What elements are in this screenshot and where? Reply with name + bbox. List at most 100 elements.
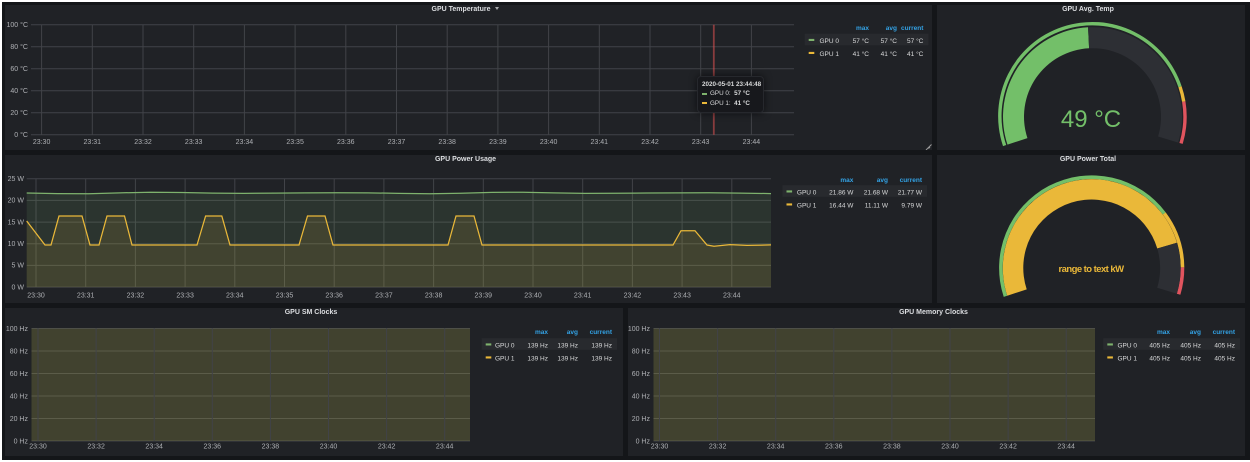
- svg-text:60 °C: 60 °C: [10, 65, 28, 73]
- svg-text:16.44 W: 16.44 W: [829, 202, 854, 209]
- svg-text:80 Hz: 80 Hz: [632, 348, 651, 355]
- svg-text:40 °C: 40 °C: [10, 87, 28, 95]
- svg-text:11.11 W: 11.11 W: [865, 202, 889, 209]
- svg-text:23:44: 23:44: [436, 444, 454, 451]
- svg-text:23:40: 23:40: [320, 444, 338, 451]
- svg-text:23:35: 23:35: [276, 293, 294, 300]
- svg-text:current: current: [590, 329, 613, 336]
- svg-text:23:32: 23:32: [87, 444, 105, 451]
- svg-text:23:31: 23:31: [84, 139, 102, 146]
- svg-text:139 Hz: 139 Hz: [527, 355, 548, 362]
- svg-text:23:30: 23:30: [651, 444, 669, 451]
- svg-text:21.86 W: 21.86 W: [829, 189, 854, 196]
- svg-text:current: current: [901, 25, 924, 32]
- svg-text:21.68 W: 21.68 W: [864, 189, 889, 196]
- svg-text:max: max: [1157, 329, 1170, 336]
- svg-text:23:38: 23:38: [883, 444, 901, 451]
- svg-text:23:44: 23:44: [1057, 444, 1075, 451]
- svg-text:23:40: 23:40: [524, 293, 542, 300]
- svg-text:405 Hz: 405 Hz: [1214, 355, 1235, 362]
- svg-text:23:33: 23:33: [185, 139, 203, 146]
- svg-text:23:34: 23:34: [226, 293, 244, 300]
- svg-text:23:32: 23:32: [127, 293, 145, 300]
- svg-text:23:38: 23:38: [438, 139, 456, 146]
- svg-text:15 W: 15 W: [8, 219, 25, 226]
- svg-text:avg: avg: [567, 329, 578, 336]
- svg-text:10 W: 10 W: [8, 241, 25, 248]
- svg-text:23:36: 23:36: [825, 444, 843, 451]
- svg-text:80 °C: 80 °C: [10, 43, 28, 51]
- svg-text:100 Hz: 100 Hz: [6, 326, 29, 333]
- svg-text:23:44: 23:44: [723, 293, 741, 300]
- svg-text:23:34: 23:34: [767, 444, 785, 451]
- svg-text:60 Hz: 60 Hz: [10, 371, 29, 378]
- svg-text:23:42: 23:42: [999, 444, 1017, 451]
- svg-text:GPU 1: GPU 1: [1118, 355, 1138, 362]
- svg-text:57 °C: 57 °C: [853, 37, 870, 45]
- svg-text:GPU 1: GPU 1: [797, 202, 817, 209]
- svg-text:0 Hz: 0 Hz: [14, 438, 29, 445]
- svg-text:25 W: 25 W: [8, 176, 25, 183]
- svg-text:21.77 W: 21.77 W: [898, 189, 923, 196]
- svg-text:9.79 W: 9.79 W: [901, 202, 922, 209]
- svg-text:GPU 0: GPU 0: [820, 38, 840, 45]
- svg-text:20 Hz: 20 Hz: [632, 416, 651, 423]
- svg-text:57 °C: 57 °C: [907, 37, 924, 45]
- svg-text:41 °C: 41 °C: [907, 50, 924, 58]
- svg-text:139 Hz: 139 Hz: [527, 342, 548, 349]
- svg-text:avg: avg: [886, 25, 897, 32]
- svg-text:max: max: [535, 329, 548, 336]
- svg-text:23:35: 23:35: [286, 139, 304, 146]
- svg-text:23:37: 23:37: [375, 293, 393, 300]
- svg-text:23:34: 23:34: [145, 444, 163, 451]
- svg-text:23:41: 23:41: [574, 293, 592, 300]
- svg-text:23:30: 23:30: [27, 293, 45, 300]
- svg-text:60 Hz: 60 Hz: [632, 371, 651, 378]
- svg-text:23:34: 23:34: [236, 139, 254, 146]
- svg-text:23:36: 23:36: [204, 444, 222, 451]
- svg-text:23:41: 23:41: [591, 139, 609, 146]
- svg-text:avg: avg: [877, 177, 888, 184]
- svg-text:23:31: 23:31: [77, 293, 95, 300]
- svg-text:100 Hz: 100 Hz: [628, 326, 650, 333]
- svg-text:23:40: 23:40: [941, 444, 959, 451]
- svg-text:41 °C: 41 °C: [881, 50, 898, 58]
- svg-text:405 Hz: 405 Hz: [1214, 342, 1235, 349]
- svg-text:139 Hz: 139 Hz: [591, 342, 612, 349]
- svg-text:23:43: 23:43: [692, 139, 710, 146]
- svg-text:405 Hz: 405 Hz: [1180, 342, 1201, 349]
- svg-text:23:39: 23:39: [475, 293, 493, 300]
- svg-text:80 Hz: 80 Hz: [10, 348, 29, 355]
- svg-text:23:36: 23:36: [325, 293, 343, 300]
- svg-text:23:30: 23:30: [29, 444, 47, 451]
- svg-text:GPU 1: GPU 1: [495, 355, 515, 362]
- svg-text:current: current: [1213, 329, 1236, 336]
- svg-text:GPU 0: GPU 0: [1118, 342, 1138, 349]
- svg-text:5 W: 5 W: [12, 263, 25, 270]
- svg-text:57 °C: 57 °C: [881, 37, 898, 45]
- svg-text:139 Hz: 139 Hz: [557, 342, 578, 349]
- svg-text:23:36: 23:36: [337, 139, 355, 146]
- svg-text:avg: avg: [1190, 329, 1201, 336]
- svg-text:GPU 0: GPU 0: [495, 342, 515, 349]
- svg-text:405 Hz: 405 Hz: [1149, 342, 1170, 349]
- svg-text:20 °C: 20 °C: [10, 109, 28, 117]
- svg-text:100 °C: 100 °C: [7, 21, 28, 29]
- svg-text:23:42: 23:42: [624, 293, 642, 300]
- svg-text:23:33: 23:33: [176, 293, 194, 300]
- svg-text:139 Hz: 139 Hz: [591, 355, 612, 362]
- svg-text:23:32: 23:32: [709, 444, 727, 451]
- svg-text:23:38: 23:38: [425, 293, 443, 300]
- svg-text:23:39: 23:39: [489, 139, 507, 146]
- svg-text:GPU 0: GPU 0: [797, 189, 817, 196]
- svg-text:20 W: 20 W: [8, 198, 25, 205]
- svg-text:23:37: 23:37: [388, 139, 406, 146]
- svg-text:23:42: 23:42: [378, 444, 396, 451]
- svg-text:40 Hz: 40 Hz: [632, 393, 651, 400]
- svg-text:max: max: [840, 177, 853, 184]
- svg-text:405 Hz: 405 Hz: [1149, 355, 1170, 362]
- svg-text:23:32: 23:32: [134, 139, 152, 146]
- svg-text:0 W: 0 W: [12, 284, 25, 291]
- svg-text:41 °C: 41 °C: [853, 50, 870, 58]
- svg-text:23:42: 23:42: [641, 139, 659, 146]
